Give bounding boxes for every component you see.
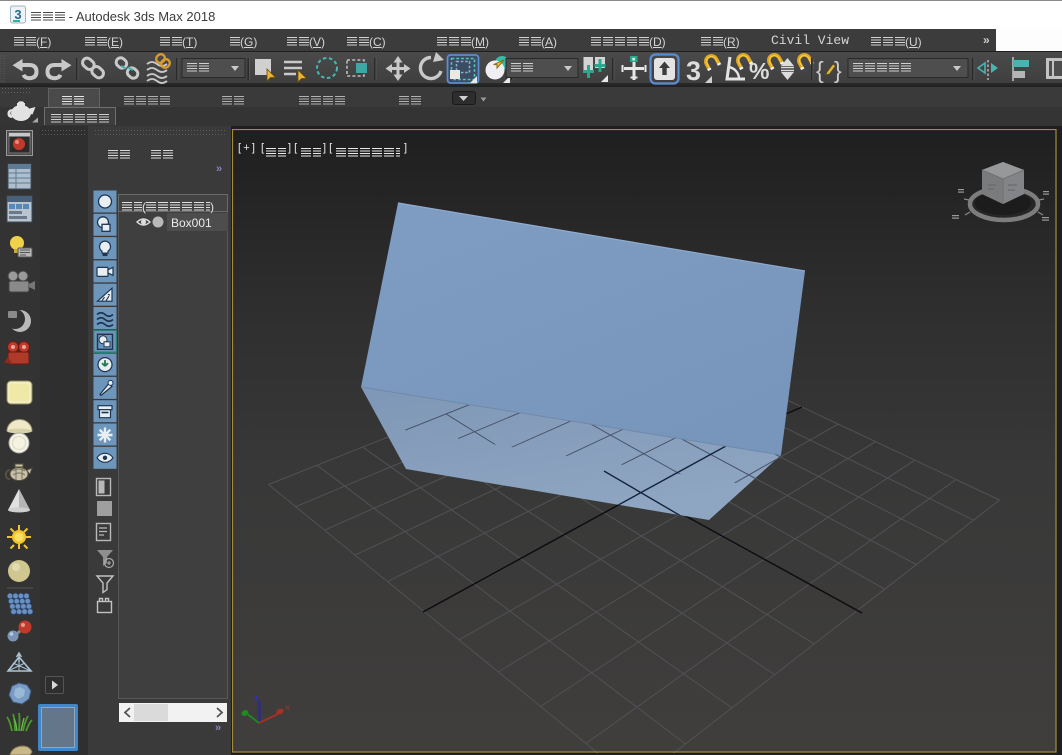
svg-text:z: z: [254, 693, 259, 704]
svg-text:%: %: [749, 58, 769, 84]
svg-text:3: 3: [686, 56, 701, 85]
svg-text:}: }: [834, 57, 842, 83]
svg-text:3: 3: [14, 7, 21, 22]
svg-text:{: {: [816, 57, 824, 83]
